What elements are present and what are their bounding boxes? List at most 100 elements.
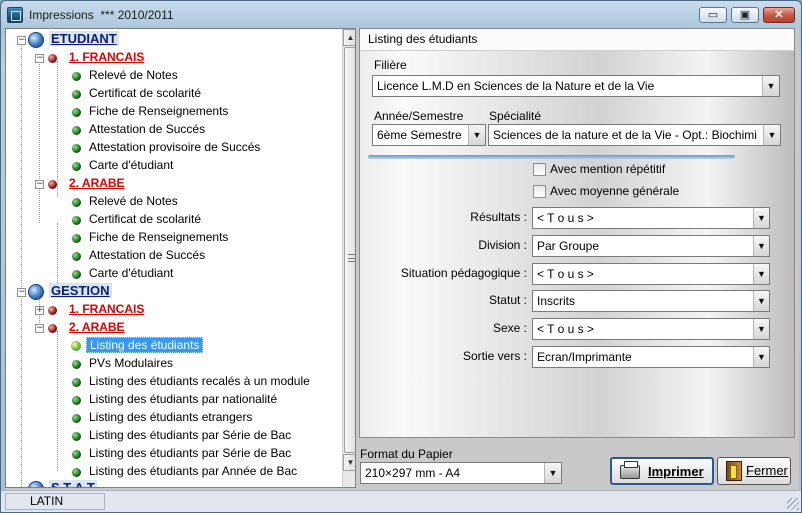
minimize-button[interactable]: ▭	[699, 7, 727, 23]
format-select[interactable]: 210×297 mm - A4 ▼	[360, 462, 562, 484]
expander-etudiant-arabe[interactable]: −	[35, 180, 44, 189]
print-button[interactable]: Imprimer	[610, 457, 714, 485]
annee-label: Année/Semestre	[374, 109, 464, 123]
tree-node-gestion[interactable]: GESTION	[49, 282, 112, 300]
tree-guide	[57, 331, 58, 471]
tree-node-etudiant-arabe[interactable]: 2. ARABE	[69, 174, 125, 192]
statut-select[interactable]: Inscrits ▼	[532, 290, 770, 312]
tree-item[interactable]: PVs Modulaires	[89, 354, 173, 372]
green-bullet-icon	[72, 90, 81, 99]
navigation-tree: − ETUDIANT − 1. FRANCAIS Relevé de Notes…	[5, 28, 356, 488]
moyenne-checkbox[interactable]	[533, 185, 546, 198]
tree-item[interactable]: Listing des étudiants recalés à un modul…	[89, 372, 310, 390]
division-select[interactable]: Par Groupe ▼	[532, 235, 770, 257]
filiere-value: Licence L.M.D en Sciences de la Nature e…	[377, 79, 655, 93]
tree-item[interactable]: Listing des étudiants par nationalité	[89, 390, 277, 408]
tree-item[interactable]: Carte d'étudiant	[89, 264, 173, 282]
expander-gestion-arabe[interactable]: −	[35, 324, 44, 333]
annee-select[interactable]: 6ème Semestre ▼	[372, 124, 486, 146]
chevron-down-icon[interactable]: ▼	[753, 236, 769, 256]
moyenne-checkbox-label: Avec moyenne générale	[550, 184, 680, 198]
tree-item[interactable]: Attestation provisoire de Succés	[89, 138, 260, 156]
tree-item[interactable]: Listing des étudiants etrangers	[89, 408, 252, 426]
annee-value: 6ème Semestre	[377, 128, 462, 142]
situation-select[interactable]: < T o u s > ▼	[532, 263, 770, 285]
tree-node-gestion-francais[interactable]: 1. FRANCAIS	[69, 300, 144, 318]
green-bullet-icon	[72, 468, 81, 477]
resize-grip-icon[interactable]	[787, 498, 799, 510]
situation-value: < T o u s >	[537, 267, 594, 281]
situation-label: Situation pédagogique :	[400, 266, 527, 280]
app-window: Impressions *** 2010/2011 ▭ ▣ ✕ − ETUDIA…	[0, 0, 802, 513]
green-bullet-icon	[72, 216, 81, 225]
filiere-select[interactable]: Licence L.M.D en Sciences de la Nature e…	[372, 75, 780, 97]
sortie-select[interactable]: Ecran/Imprimante ▼	[532, 346, 770, 368]
scroll-down-button[interactable]: ▼	[343, 454, 355, 471]
status-bar: LATIN	[1, 490, 801, 512]
green-bullet-icon	[72, 198, 81, 207]
chevron-down-icon[interactable]: ▼	[763, 125, 780, 145]
app-icon[interactable]	[7, 7, 23, 23]
tree-item[interactable]: Fiche de Renseignements	[89, 228, 228, 246]
expander-gestion-francais[interactable]: +	[35, 306, 44, 315]
division-value: Par Groupe	[537, 239, 600, 253]
chevron-down-icon[interactable]: ▼	[762, 76, 779, 96]
close-form-button[interactable]: Fermer	[717, 457, 791, 485]
expander-gestion[interactable]: −	[17, 288, 26, 297]
print-button-label: Imprimer	[648, 464, 704, 479]
tree-item[interactable]: Certificat de scolarité	[89, 210, 201, 228]
green-bullet-icon	[72, 360, 81, 369]
close-button[interactable]: ✕	[763, 7, 795, 23]
tree-node-etudiant[interactable]: ETUDIANT	[49, 30, 119, 48]
specialite-select[interactable]: Sciences de la nature et de la Vie - Opt…	[488, 124, 781, 146]
red-bullet-icon	[48, 180, 57, 189]
expander-etudiant[interactable]: −	[17, 36, 26, 45]
scroll-up-button[interactable]: ▲	[343, 29, 355, 46]
tree-item[interactable]: Listing des étudiants par Série de Bac	[89, 444, 291, 462]
tree-item-selected[interactable]: Listing des étudiants	[86, 336, 204, 354]
sexe-select[interactable]: < T o u s > ▼	[532, 318, 770, 340]
close-form-button-label: Fermer	[746, 463, 788, 478]
specialite-label: Spécialité	[489, 109, 542, 123]
section-divider	[368, 155, 735, 159]
resultats-select[interactable]: < T o u s > ▼	[532, 207, 770, 229]
tree-node-label: 2. ARABE	[69, 176, 125, 190]
filiere-label: Filière	[374, 58, 407, 72]
scroll-thumb[interactable]	[344, 47, 355, 453]
grip-icon	[348, 254, 355, 262]
tree-item[interactable]: Fiche de Renseignements	[89, 102, 228, 120]
red-bullet-icon	[48, 306, 57, 315]
red-bullet-icon	[48, 324, 57, 333]
expander-etudiant-francais[interactable]: −	[35, 54, 44, 63]
resultats-label: Résultats :	[470, 210, 527, 224]
chevron-down-icon[interactable]: ▼	[753, 347, 769, 367]
tree-node-gestion-arabe[interactable]: 2. ARABE	[69, 318, 125, 336]
tree-node-etudiant-francais[interactable]: 1. FRANCAIS	[69, 48, 144, 66]
tree-item[interactable]: Listing des étudiants par Année de Bac	[89, 462, 297, 480]
tree-scrollbar[interactable]: ▲ ▼	[342, 29, 355, 487]
tree-item[interactable]: Relevé de Notes	[89, 66, 178, 84]
chevron-down-icon[interactable]: ▼	[753, 291, 769, 311]
sortie-label: Sortie vers :	[462, 349, 527, 363]
green-bullet-icon	[72, 450, 81, 459]
tree-item[interactable]: Relevé de Notes	[89, 192, 178, 210]
tree-item[interactable]: Listing des étudiants par Série de Bac	[89, 426, 291, 444]
chevron-down-icon[interactable]: ▼	[468, 125, 485, 145]
chevron-down-icon[interactable]: ▼	[753, 319, 769, 339]
tree-item[interactable]: Carte d'étudiant	[89, 156, 173, 174]
green-bullet-icon	[72, 126, 81, 135]
tree-item[interactable]: Attestation de Succés	[89, 120, 205, 138]
resultats-value: < T o u s >	[537, 211, 594, 225]
mention-checkbox[interactable]	[533, 163, 546, 176]
tree-item[interactable]: Attestation de Succés	[89, 246, 205, 264]
tree-item[interactable]: Certificat de scolarité	[89, 84, 201, 102]
green-bullet-icon	[72, 396, 81, 405]
tree-node-stat[interactable]: S T A T	[49, 479, 97, 487]
maximize-button[interactable]: ▣	[731, 7, 759, 23]
sexe-label: Sexe :	[492, 321, 527, 335]
minimize-icon: ▭	[707, 9, 719, 21]
chevron-down-icon[interactable]: ▼	[753, 264, 769, 284]
chevron-down-icon[interactable]: ▼	[753, 208, 769, 228]
chevron-down-icon[interactable]: ▼	[544, 463, 561, 483]
green-bullet-icon	[72, 234, 81, 243]
